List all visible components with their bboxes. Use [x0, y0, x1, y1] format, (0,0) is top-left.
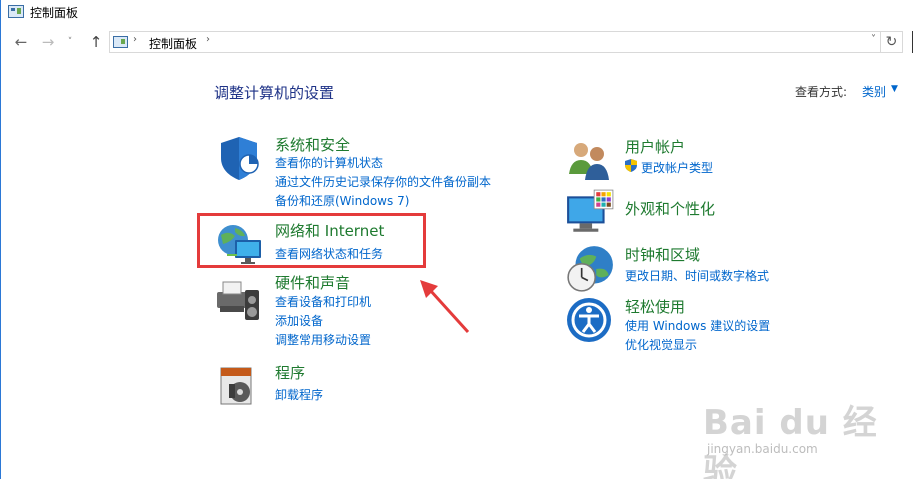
printer-icon[interactable] [215, 276, 263, 324]
window-title: 控制面板 [30, 6, 79, 20]
view-by-label: 查看方式: [795, 85, 848, 99]
main-content: 调整计算机的设置 查看方式: 类别 ▼ 系统和安全 查看你的计算机状态 通过文件… [0, 60, 918, 479]
clock-globe-icon[interactable] [565, 244, 615, 294]
uac-shield-icon [625, 159, 637, 172]
category-title[interactable]: 系统和安全 [275, 134, 350, 155]
monitor-icon[interactable] [565, 188, 615, 238]
page-title: 调整计算机的设置 [214, 84, 335, 102]
category-system-security: 系统和安全 查看你的计算机状态 通过文件历史记录保存你的文件备份副本 备份和还原… [215, 134, 515, 214]
up-arrow-icon[interactable]: ↑ [87, 32, 105, 52]
programs-icon[interactable] [215, 362, 263, 410]
category-clock-region: 时钟和区域 更改日期、时间或数字格式 [565, 244, 825, 296]
link-view-computer-status[interactable]: 查看你的计算机状态 [275, 154, 383, 171]
view-by-caret-icon[interactable]: ▼ [891, 84, 898, 94]
category-appearance: 外观和个性化 [565, 188, 785, 240]
link-backup-restore[interactable]: 备份和还原(Windows 7) [275, 192, 409, 209]
category-ease-of-access: 轻松使用 使用 Windows 建议的设置 优化视觉显示 [565, 296, 825, 352]
link-devices-printers[interactable]: 查看设备和打印机 [275, 293, 371, 310]
address-dropdown-chevron-icon[interactable]: ˅ [871, 34, 876, 45]
link-date-time-format[interactable]: 更改日期、时间或数字格式 [625, 267, 769, 284]
category-title[interactable]: 轻松使用 [625, 296, 685, 317]
breadcrumb-control-panel[interactable]: 控制面板 [149, 35, 197, 52]
category-title[interactable]: 硬件和声音 [275, 272, 350, 293]
category-title[interactable]: 程序 [275, 362, 305, 383]
breadcrumb-separator-icon[interactable]: › [206, 34, 210, 45]
category-programs: 程序 卸载程序 [215, 362, 415, 410]
link-file-history[interactable]: 通过文件历史记录保存你的文件备份副本 [275, 173, 491, 190]
forward-arrow-icon[interactable]: → [39, 32, 57, 52]
shield-icon[interactable] [215, 134, 263, 182]
annotation-arrow-icon [420, 280, 470, 334]
recent-locations-chevron-icon[interactable]: ˅ [63, 32, 77, 52]
link-add-device[interactable]: 添加设备 [275, 312, 323, 329]
watermark-url: jingyan.baidu.com [707, 442, 818, 456]
search-box[interactable] [912, 31, 918, 53]
category-user-accounts: 用户帐户 更改帐户类型 [565, 136, 785, 184]
link-recommended-settings[interactable]: 使用 Windows 建议的设置 [625, 317, 770, 334]
link-uninstall-program[interactable]: 卸载程序 [275, 386, 323, 403]
link-optimize-display[interactable]: 优化视觉显示 [625, 336, 697, 353]
category-title[interactable]: 用户帐户 [625, 136, 685, 157]
category-title[interactable]: 外观和个性化 [625, 198, 715, 219]
refresh-button[interactable]: ↻ [881, 31, 903, 53]
link-mobility-settings[interactable]: 调整常用移动设置 [275, 331, 371, 348]
back-arrow-icon[interactable]: ← [12, 32, 30, 52]
address-bar[interactable]: › 控制面板 › ˅ [109, 31, 881, 53]
link-change-account-type[interactable]: 更改帐户类型 [641, 159, 713, 176]
category-hardware-sound: 硬件和声音 查看设备和打印机 添加设备 调整常用移动设置 [215, 272, 435, 352]
category-title[interactable]: 时钟和区域 [625, 244, 700, 265]
annotation-highlight-box [197, 213, 426, 268]
ease-of-access-icon[interactable] [565, 296, 613, 344]
control-panel-icon [8, 5, 24, 18]
view-by-dropdown[interactable]: 类别 [862, 83, 886, 100]
watermark-logo: Bai du 经验 jingyan.baidu.com [701, 395, 901, 479]
breadcrumb-separator-icon[interactable]: › [133, 34, 137, 45]
title-bar: 控制面板 [0, 0, 918, 26]
users-icon[interactable] [565, 136, 613, 184]
watermark-text: Bai du 经验 [703, 403, 878, 479]
control-panel-icon [113, 36, 128, 48]
navigation-bar: ← → ˅ ↑ › 控制面板 › ˅ ↻ [0, 26, 918, 60]
